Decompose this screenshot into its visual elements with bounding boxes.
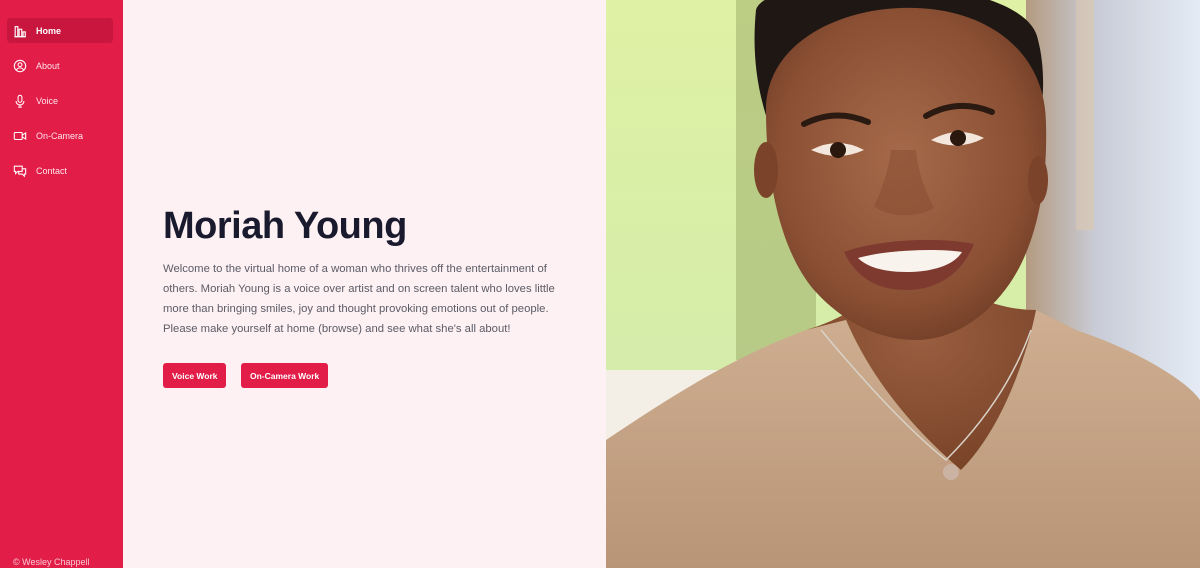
intro-paragraph: Welcome to the virtual home of a woman w… <box>163 263 555 335</box>
sidebar-item-label: Voice <box>36 95 59 106</box>
home-chart-icon <box>14 25 26 37</box>
on-camera-work-button[interactable]: On-Camera Work <box>241 363 328 388</box>
sidebar-item-label: About <box>36 60 60 71</box>
sidebar-item-contact[interactable]: Contact <box>7 158 113 183</box>
sidebar-item-home[interactable]: Home <box>7 18 113 43</box>
sidebar-item-on-camera[interactable]: On-Camera <box>7 123 113 148</box>
portrait-photo <box>606 0 1200 568</box>
microphone-icon <box>15 94 25 108</box>
sidebar-item-voice[interactable]: Voice <box>7 88 113 113</box>
page-title: Moriah Young <box>163 205 407 247</box>
sidebar-item-about[interactable]: About <box>7 53 113 78</box>
user-circle-icon <box>13 59 27 72</box>
sidebar-item-label: On-Camera <box>36 130 84 141</box>
sidebar-item-label: Home <box>36 25 62 36</box>
voice-work-button[interactable]: Voice Work <box>163 363 226 388</box>
chat-bubbles-icon <box>13 165 27 178</box>
sidebar: Home About Voice On-Camera Contact © Wes… <box>0 0 123 568</box>
sidebar-item-label: Contact <box>36 165 68 176</box>
video-camera-icon <box>13 131 27 140</box>
main-content: Moriah Young Welcome to the virtual home… <box>123 0 606 568</box>
sidebar-nav: Home About Voice On-Camera Contact <box>0 0 123 183</box>
copyright-footer: © Wesley Chappell <box>13 557 90 567</box>
